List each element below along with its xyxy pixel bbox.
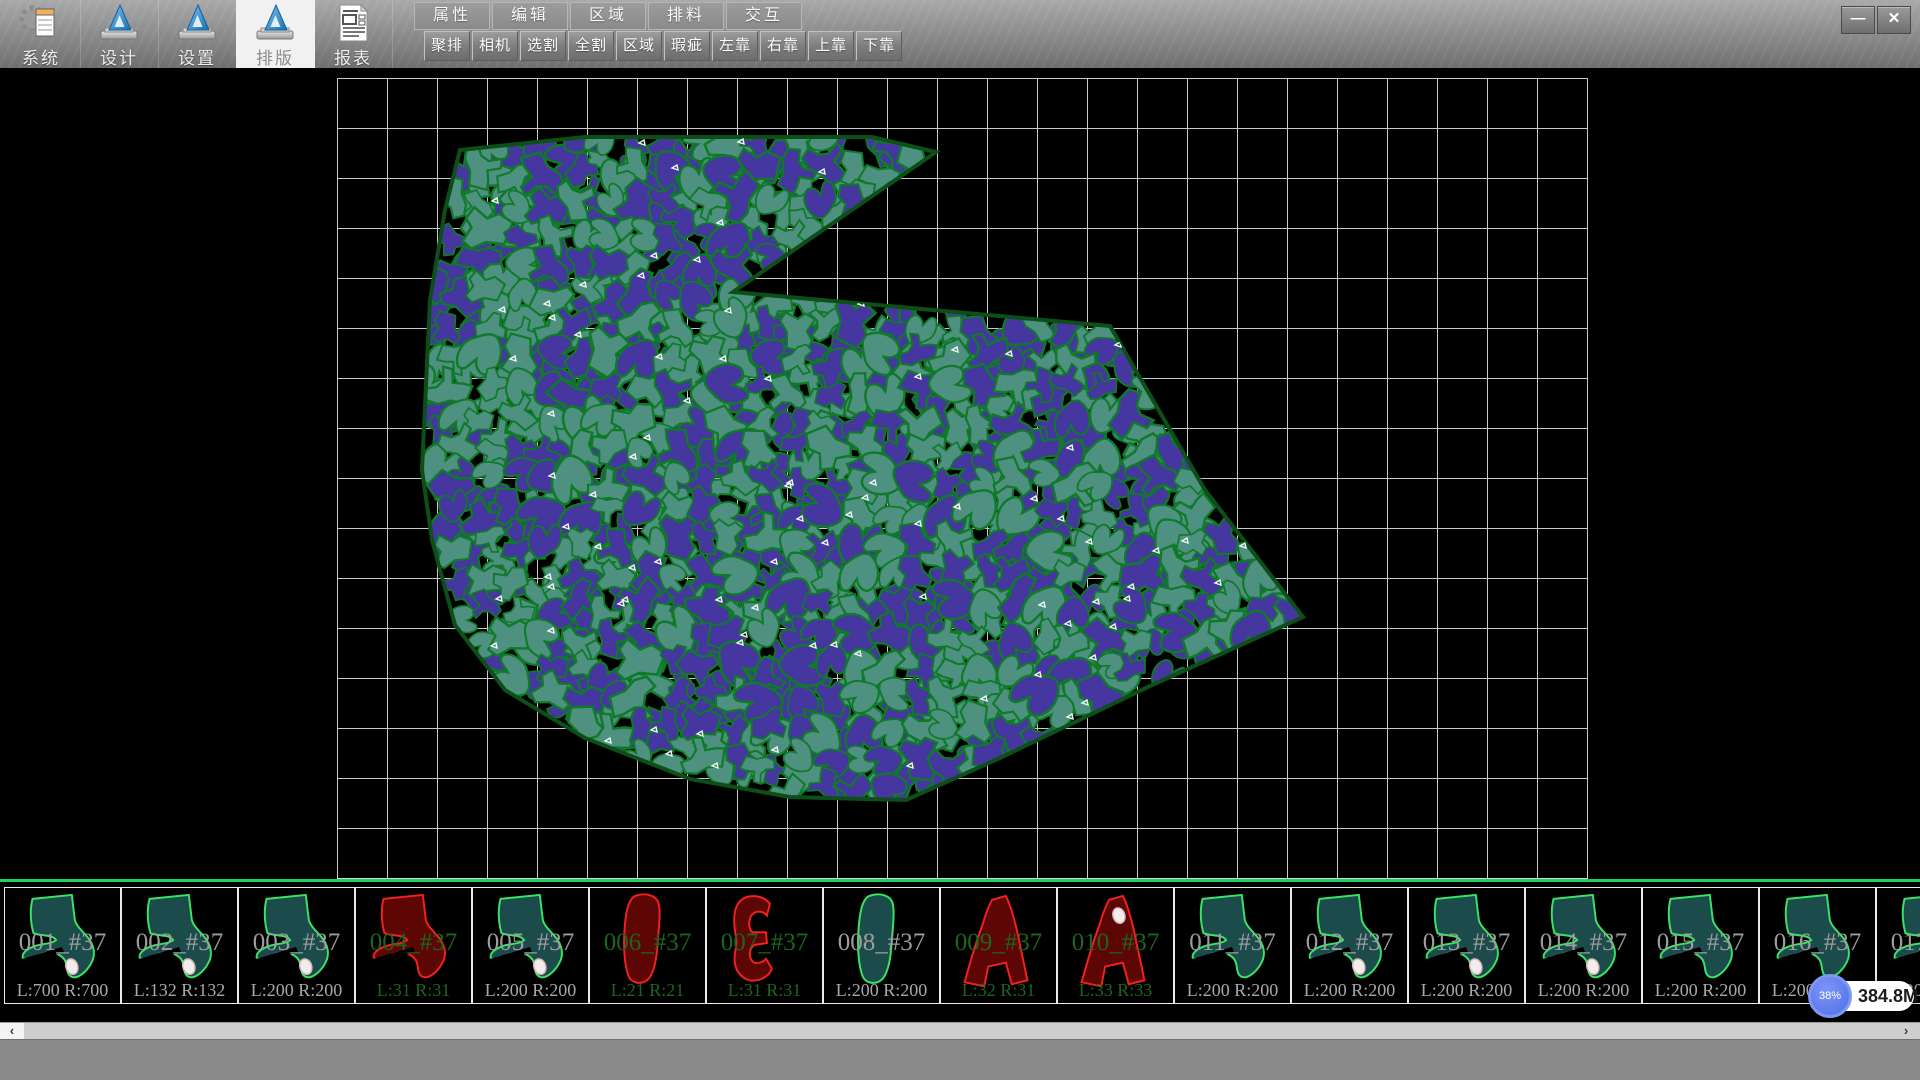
- tool-button-9[interactable]: 上靠: [808, 31, 854, 61]
- part-id-label: 009_#37: [941, 929, 1056, 957]
- menu-tab-3[interactable]: 区域: [570, 2, 646, 30]
- app-button-3[interactable]: 设置: [158, 0, 237, 68]
- part-id-label: 012_#37: [1292, 929, 1407, 957]
- parts-panel: 001_#37 L:700 R:700 002_#37 L:132 R:132 …: [0, 879, 1920, 1022]
- part-count-label: L:200 R:200: [1292, 980, 1407, 1001]
- part-id-label: 017_#37: [1877, 929, 1920, 957]
- memory-percent-circle: 38%: [1808, 974, 1852, 1018]
- menu-tab-2[interactable]: 编辑: [492, 2, 568, 30]
- part-id-label: 007_#37: [707, 929, 822, 957]
- tool-button-2[interactable]: 相机: [472, 31, 518, 61]
- tool-button-5[interactable]: 区域: [616, 31, 662, 61]
- part-id-label: 016_#37: [1760, 929, 1875, 957]
- part-id-label: 014_#37: [1526, 929, 1641, 957]
- memory-usage-badge[interactable]: 38% 384.8M: [1812, 981, 1914, 1011]
- part-thumbnail-9[interactable]: 009_#37 L:32 R:31: [940, 887, 1057, 1004]
- part-id-label: 001_#37: [5, 929, 120, 957]
- tool-button-row: 聚排相机选割全割区域瑕疵左靠右靠上靠下靠: [424, 31, 904, 61]
- part-id-label: 015_#37: [1643, 929, 1758, 957]
- part-thumbnail-10[interactable]: 010_#37 L:33 R:33: [1057, 887, 1174, 1004]
- part-id-label: 013_#37: [1409, 929, 1524, 957]
- part-thumbnail-6[interactable]: 006_#37 L:21 R:21: [589, 887, 706, 1004]
- part-count-label: L:200 R:200: [1526, 980, 1641, 1001]
- minimize-button[interactable]: —: [1841, 6, 1875, 34]
- menu-tab-1[interactable]: 属性: [414, 2, 490, 30]
- app-button-2[interactable]: 设计: [80, 0, 159, 68]
- nesting-canvas[interactable]: [0, 68, 1920, 879]
- part-id-label: 011_#37: [1175, 929, 1290, 957]
- part-thumbnail-11[interactable]: 011_#37 L:200 R:200: [1174, 887, 1291, 1004]
- horizontal-scrollbar[interactable]: ‹ ›: [0, 1022, 1920, 1039]
- part-count-label: L:200 R:200: [824, 980, 939, 1001]
- part-thumbnail-2[interactable]: 002_#37 L:132 R:132: [121, 887, 238, 1004]
- top-toolbar: 系统 设计 设置 排版 报表 属性编辑区域排料交互 聚排相机选割全割区域瑕疵左靠…: [0, 0, 1920, 69]
- report-icon: [331, 2, 375, 44]
- nesting-app-window: 系统 设计 设置 排版 报表 属性编辑区域排料交互 聚排相机选割全割区域瑕疵左靠…: [0, 0, 1920, 1080]
- close-button[interactable]: ✕: [1877, 6, 1911, 34]
- settings-icon: [175, 2, 219, 44]
- part-thumbnail-3[interactable]: 003_#37 L:200 R:200: [238, 887, 355, 1004]
- part-count-label: L:31 R:31: [356, 980, 471, 1001]
- part-id-label: 002_#37: [122, 929, 237, 957]
- app-button-4[interactable]: 排版: [236, 0, 315, 68]
- memory-amount-label: 384.8M: [1858, 981, 1910, 1011]
- layout-icon: [253, 2, 297, 44]
- scroll-left-arrow-icon[interactable]: ‹: [0, 1023, 24, 1039]
- part-count-label: L:700 R:700: [5, 980, 120, 1001]
- tool-button-7[interactable]: 左靠: [712, 31, 758, 61]
- part-count-label: L:200 R:200: [473, 980, 588, 1001]
- part-count-label: L:132 R:132: [122, 980, 237, 1001]
- part-count-label: L:32 R:31: [941, 980, 1056, 1001]
- part-count-label: L:200 R:200: [239, 980, 354, 1001]
- tool-button-4[interactable]: 全割: [568, 31, 614, 61]
- part-id-label: 005_#37: [473, 929, 588, 957]
- app-button-1[interactable]: 系统: [2, 0, 81, 68]
- part-thumbnail-5[interactable]: 005_#37 L:200 R:200: [472, 887, 589, 1004]
- part-count-label: L:200 R:200: [1175, 980, 1290, 1001]
- design-icon: [97, 2, 141, 44]
- part-id-label: 006_#37: [590, 929, 705, 957]
- part-id-label: 003_#37: [239, 929, 354, 957]
- parts-list: 001_#37 L:700 R:700 002_#37 L:132 R:132 …: [4, 887, 1920, 1004]
- scroll-right-arrow-icon[interactable]: ›: [1896, 1023, 1916, 1039]
- part-id-label: 010_#37: [1058, 929, 1173, 957]
- part-thumbnail-14[interactable]: 014_#37 L:200 R:200: [1525, 887, 1642, 1004]
- part-count-label: L:33 R:33: [1058, 980, 1173, 1001]
- tool-button-3[interactable]: 选割: [520, 31, 566, 61]
- part-thumbnail-1[interactable]: 001_#37 L:700 R:700: [4, 887, 121, 1004]
- menu-tab-5[interactable]: 交互: [726, 2, 802, 30]
- leather-hide-nest: [0, 68, 1920, 879]
- part-thumbnail-13[interactable]: 013_#37 L:200 R:200: [1408, 887, 1525, 1004]
- app-button-5[interactable]: 报表: [314, 0, 393, 68]
- part-thumbnail-7[interactable]: 007_#37 L:31 R:31: [706, 887, 823, 1004]
- tool-button-6[interactable]: 瑕疵: [664, 31, 710, 61]
- system-icon: [19, 2, 63, 44]
- part-thumbnail-8[interactable]: 008_#37 L:200 R:200: [823, 887, 940, 1004]
- part-thumbnail-4[interactable]: 004_#37 L:31 R:31: [355, 887, 472, 1004]
- part-id-label: 008_#37: [824, 929, 939, 957]
- part-count-label: L:200 R:200: [1409, 980, 1524, 1001]
- part-thumbnail-15[interactable]: 015_#37 L:200 R:200: [1642, 887, 1759, 1004]
- menu-tab-row: 属性编辑区域排料交互: [414, 2, 804, 30]
- part-count-label: L:200 R:200: [1643, 980, 1758, 1001]
- tool-button-8[interactable]: 右靠: [760, 31, 806, 61]
- part-count-label: L:21 R:21: [590, 980, 705, 1001]
- part-thumbnail-12[interactable]: 012_#37 L:200 R:200: [1291, 887, 1408, 1004]
- tool-button-10[interactable]: 下靠: [856, 31, 902, 61]
- part-count-label: L:31 R:31: [707, 980, 822, 1001]
- part-id-label: 004_#37: [356, 929, 471, 957]
- status-bar: [0, 1039, 1920, 1080]
- tool-button-1[interactable]: 聚排: [424, 31, 470, 61]
- menu-tab-4[interactable]: 排料: [648, 2, 724, 30]
